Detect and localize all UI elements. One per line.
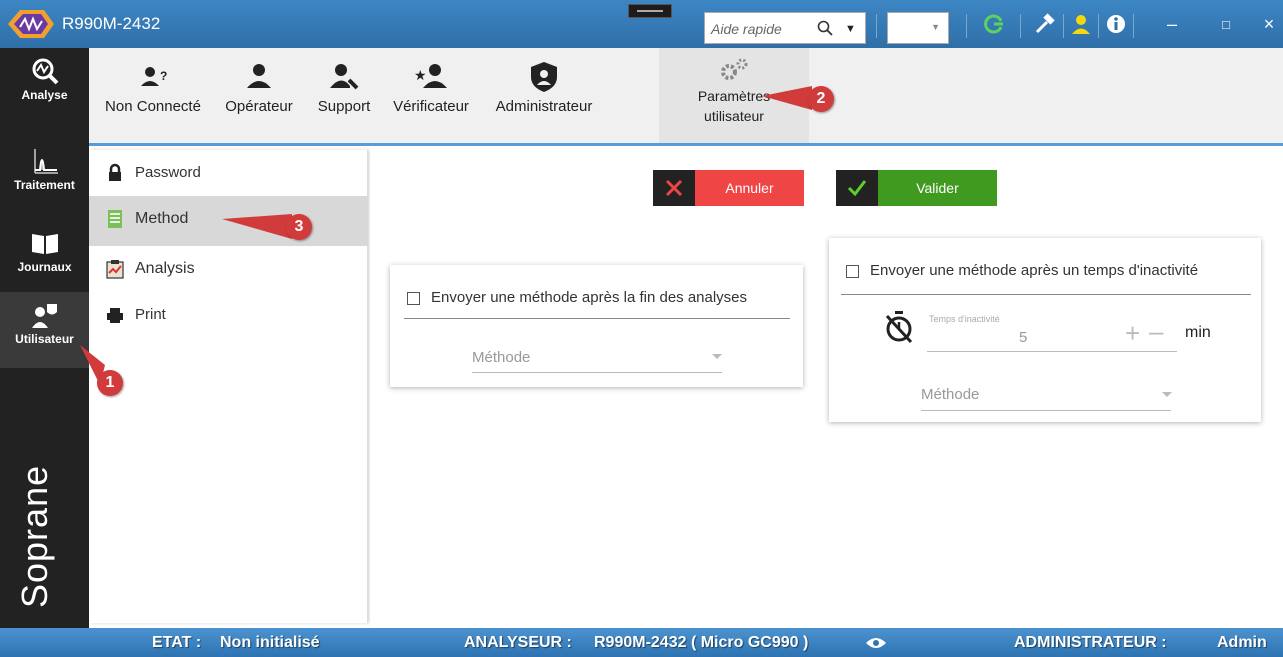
callout-arrows xyxy=(80,86,812,385)
callout-number: 2 xyxy=(808,86,834,112)
status-etat-value: Non initialisé xyxy=(220,634,320,651)
eye-icon[interactable] xyxy=(865,636,887,650)
status-etat-label: ETAT : xyxy=(152,634,202,651)
status-user-label: ADMINISTRATEUR : xyxy=(1014,634,1167,651)
status-analyseur-value: R990M-2432 ( Micro GC990 ) xyxy=(594,634,809,651)
status-analyseur-label: ANALYSEUR : xyxy=(464,634,572,651)
callout-number: 3 xyxy=(286,214,312,240)
callout-number: 1 xyxy=(97,370,123,396)
status-bar: ETAT : Non initialisé ANALYSEUR : R990M-… xyxy=(0,628,1283,657)
status-user-value: Admin xyxy=(1217,634,1267,651)
